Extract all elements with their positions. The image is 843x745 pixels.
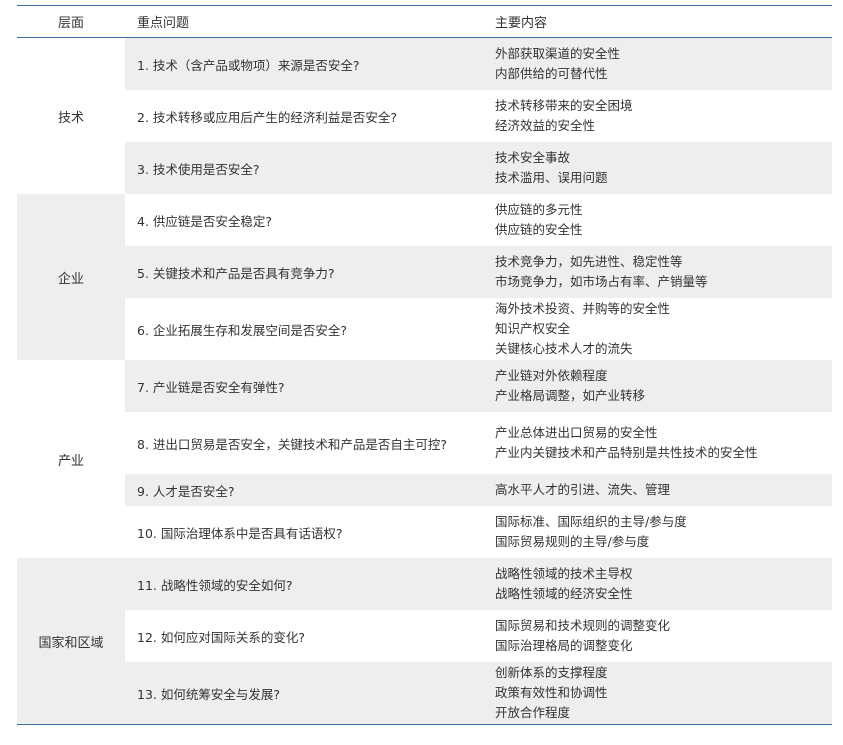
header-content: 主要内容 <box>495 16 548 31</box>
question-cell: 4. 供应链是否安全稳定? <box>137 213 273 229</box>
content-cell: 高水平人才的引进、流失、管理 <box>495 480 832 500</box>
content-line: 外部获取渠道的安全性 <box>495 46 621 61</box>
level-label: 国家和区域 <box>17 558 125 724</box>
level-label: 企业 <box>17 194 125 360</box>
table-row: 9. 人才是否安全? 高水平人才的引进、流失、管理 <box>125 474 832 506</box>
level-label: 技术 <box>57 110 84 126</box>
table-row: 10. 国际治理体系中是否具有话语权? 国际标准、国际组织的主导/参与度 国际贸易规… <box>125 506 832 558</box>
table-row: 2. 技术转移或应用后产生的经济利益是否安全? 技术转移带来的安全困境 经济效益的安… <box>125 90 832 142</box>
header-level: 层面 <box>57 16 84 31</box>
content-cell: 海外技术投资、并购等的安全性 知识产权安全关键核心技术人才的流失 <box>495 299 832 359</box>
content-line: 内部供给的可替代性 <box>495 66 608 81</box>
content-line: 经济效益的安全性 <box>495 118 596 133</box>
level-group: 技术 1. 技术（含产品或物项）来源是否安全? 外部获取渠道的安全性 内部供给的可替代… <box>17 38 832 194</box>
content-line: 市场竞争力，如市场占有率、产销量等 <box>495 274 708 289</box>
content-line: 海外技术投资、并购等的安全性 <box>495 301 671 316</box>
question-cell: 12. 如何应对国际关系的变化? <box>137 629 305 645</box>
content-line: 战略性领域的经济安全性 <box>495 586 633 601</box>
content-line: 国际贸易和技术规则的调整变化 <box>495 618 671 633</box>
content-cell: 技术转移带来的安全困境 经济效益的安全性 <box>495 96 832 136</box>
table-row: 8. 进出口贸易是否安全，关键技术和产品是否自主可控? 产业总体进出口贸易的安全性… <box>125 412 832 474</box>
content-line: 供应链的多元性 <box>495 202 583 217</box>
table-header: 层面 重点问题 主要内容 <box>17 6 832 38</box>
question-cell: 3. 技术使用是否安全? <box>137 161 260 177</box>
level-group: 企业 4. 供应链是否安全稳定? 供应链的多元性 供应链的安全性 5. 关键技术和产品是… <box>17 194 832 360</box>
content-cell: 国际贸易和技术规则的调整变化 国际治理格局的调整变化 <box>495 616 832 656</box>
table-body: 技术 1. 技术（含产品或物项）来源是否安全? 外部获取渠道的安全性 内部供给的可替代… <box>17 38 832 724</box>
content-line: 高水平人才的引进、流失、管理 <box>495 482 671 497</box>
level-label: 产业 <box>57 453 84 469</box>
content-cell: 技术竞争力，如先进性、稳定性等市场竞争力，如市场占有率、产销量等 <box>495 252 832 292</box>
content-line: 技术安全事故 <box>495 150 571 165</box>
content-line: 产业链对外依赖程度 <box>495 368 608 383</box>
question-cell: 5. 关键技术和产品是否具有竞争力? <box>137 265 335 281</box>
table-row: 3. 技术使用是否安全? 技术安全事故技术滥用、误用问题 <box>125 142 832 194</box>
content-line: 国际治理格局的调整变化 <box>495 638 633 653</box>
content-line: 供应链的安全性 <box>495 222 583 237</box>
content-line: 知识产权安全 <box>495 321 571 336</box>
content-cell: 产业总体进出口贸易的安全性产业内关键技术和产品特别是共性技术的安全性 <box>495 423 832 463</box>
content-line: 关键核心技术人才的流失 <box>495 341 633 356</box>
content-cell: 创新体系的支撑程度 政策有效性和协调性 开放合作程度 <box>495 663 832 723</box>
security-issues-table: 层面 重点问题 主要内容 技术 1. 技术（含产品或物项）来源是否安全? 外部获取渠… <box>17 5 832 725</box>
content-cell: 外部获取渠道的安全性 内部供给的可替代性 <box>495 44 832 84</box>
question-cell: 1. 技术（含产品或物项）来源是否安全? <box>137 57 360 73</box>
content-line: 产业内关键技术和产品特别是共性技术的安全性 <box>495 445 758 460</box>
question-cell: 6. 企业拓展生存和发展空间是否安全? <box>137 322 348 338</box>
table-row: 6. 企业拓展生存和发展空间是否安全? 海外技术投资、并购等的安全性 知识产权安全关… <box>125 298 832 360</box>
table-row: 11. 战略性领域的安全如何? 战略性领域的技术主导权 战略性领域的经济安全性 <box>125 558 832 610</box>
question-cell: 9. 人才是否安全? <box>137 483 235 499</box>
level-group: 产业 7. 产业链是否安全有弹性? 产业链对外依赖程度产业格局调整，如产业转移 8. … <box>17 360 832 558</box>
question-cell: 10. 国际治理体系中是否具有话语权? <box>137 525 343 541</box>
level-group: 国家和区域 11. 战略性领域的安全如何? 战略性领域的技术主导权 战略性领域的经济安… <box>17 558 832 724</box>
question-cell: 13. 如何统筹安全与发展? <box>137 686 280 702</box>
content-line: 产业格局调整，如产业转移 <box>495 388 646 403</box>
content-line: 国际标准、国际组织的主导/参与度 <box>495 514 687 529</box>
content-line: 政策有效性和协调性 <box>495 685 608 700</box>
content-cell: 供应链的多元性 供应链的安全性 <box>495 200 832 240</box>
content-cell: 国际标准、国际组织的主导/参与度 国际贸易规则的主导/参与度 <box>495 512 832 552</box>
table-row: 13. 如何统筹安全与发展? 创新体系的支撑程度 政策有效性和协调性 开放合作程度 <box>125 662 832 724</box>
table-row: 7. 产业链是否安全有弹性? 产业链对外依赖程度产业格局调整，如产业转移 <box>125 360 832 412</box>
content-line: 技术转移带来的安全困境 <box>495 98 633 113</box>
table-row: 1. 技术（含产品或物项）来源是否安全? 外部获取渠道的安全性 内部供给的可替代性 <box>125 38 832 90</box>
table-row: 12. 如何应对国际关系的变化? 国际贸易和技术规则的调整变化 国际治理格局的调整变… <box>125 610 832 662</box>
content-line: 创新体系的支撑程度 <box>495 665 608 680</box>
question-cell: 2. 技术转移或应用后产生的经济利益是否安全? <box>137 109 398 125</box>
question-cell: 7. 产业链是否安全有弹性? <box>137 379 285 395</box>
table-row: 5. 关键技术和产品是否具有竞争力? 技术竞争力，如先进性、稳定性等市场竞争力，如… <box>125 246 832 298</box>
content-line: 国际贸易规则的主导/参与度 <box>495 534 650 549</box>
content-line: 技术滥用、误用问题 <box>495 170 608 185</box>
table-row: 4. 供应链是否安全稳定? 供应链的多元性 供应链的安全性 <box>125 194 832 246</box>
question-cell: 11. 战略性领域的安全如何? <box>137 577 293 593</box>
content-cell: 战略性领域的技术主导权 战略性领域的经济安全性 <box>495 564 832 604</box>
content-line: 产业总体进出口贸易的安全性 <box>495 425 658 440</box>
content-line: 技术竞争力，如先进性、稳定性等 <box>495 254 683 269</box>
question-cell: 8. 进出口贸易是否安全，关键技术和产品是否自主可控? <box>137 436 448 452</box>
content-line: 战略性领域的技术主导权 <box>495 566 633 581</box>
content-line: 开放合作程度 <box>495 705 571 720</box>
header-question: 重点问题 <box>137 16 190 31</box>
content-cell: 产业链对外依赖程度产业格局调整，如产业转移 <box>495 366 832 406</box>
content-cell: 技术安全事故技术滥用、误用问题 <box>495 148 832 188</box>
